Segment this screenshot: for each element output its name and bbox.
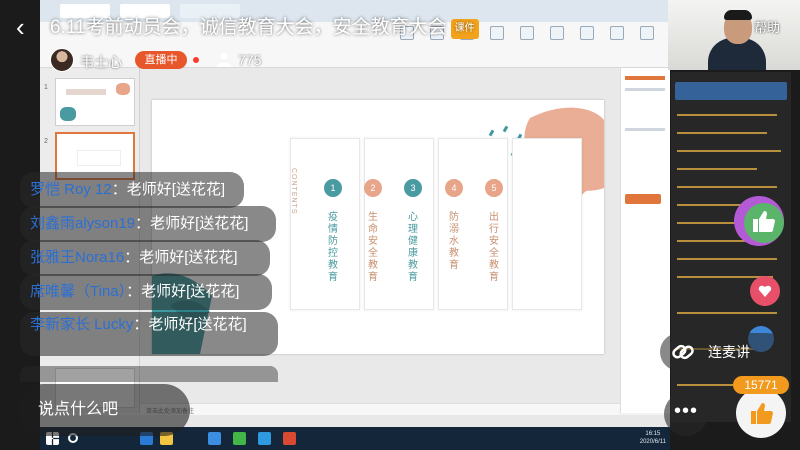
- contents-label: CONTENTS: [290, 168, 297, 215]
- ribbon-icon: [580, 26, 594, 40]
- chat-message: 刘鑫雨alyson19：老师好[送花花]: [20, 206, 276, 242]
- chat-message-partial: [20, 366, 278, 382]
- live-stream-screen: 1 2 CONTENTS 1 2 3 4 5 疫情防控教育 生命安全教育 心理健…: [0, 0, 800, 450]
- item-label-1: 疫情防控教育: [328, 212, 338, 283]
- item-label-5: 出行安全教育: [489, 212, 499, 283]
- item-label-4: 防溺水教育: [449, 212, 459, 271]
- heart-icon: [758, 285, 772, 297]
- chat-message: 罗恺 Roy 12：老师好[送花花]: [20, 172, 244, 208]
- back-arrow-icon[interactable]: ‹: [16, 14, 40, 40]
- item-number-2: 2: [364, 179, 382, 197]
- chat-text: 老师好[送花花]: [150, 215, 249, 232]
- thumb-number: 1: [44, 84, 48, 91]
- more-options-button[interactable]: •••: [664, 392, 708, 436]
- viewer-count: 775: [238, 52, 262, 68]
- chat-input[interactable]: 说点什么吧: [18, 384, 190, 436]
- chat-message: 张雅王Nora16：老师好[送花花]: [20, 240, 270, 276]
- chat-text: 老师好[送花花]: [141, 283, 240, 300]
- item-label-3: 心理健康教育: [408, 212, 418, 283]
- host-avatar[interactable]: [50, 48, 74, 72]
- thumbs-up-icon: [751, 403, 773, 424]
- chat-message: 席唯馨（Tina）：老师好[送花花]: [20, 274, 272, 310]
- powerpoint-icon[interactable]: [283, 432, 296, 445]
- live-dot-icon: [193, 57, 199, 63]
- notes-pane[interactable]: 单击此处添加备注: [140, 403, 620, 415]
- app-icon[interactable]: [208, 432, 221, 445]
- item-number-3: 3: [404, 179, 422, 197]
- item-number-5: 5: [485, 179, 503, 197]
- courseware-badge[interactable]: 课件: [450, 19, 479, 39]
- ribbon-icon: [640, 26, 654, 40]
- help-button[interactable]: 帮助: [754, 17, 780, 36]
- item-label-2: 生命安全教育: [368, 212, 378, 283]
- chat-user: 刘鑫雨alyson19: [30, 215, 136, 232]
- item-number-4: 4: [445, 179, 463, 197]
- thumbs-up-icon: [753, 211, 775, 232]
- chat-user: 席唯馨（Tina）: [30, 283, 127, 300]
- item-number-1: 1: [324, 179, 342, 197]
- like-count-badge: 15771: [733, 376, 789, 394]
- live-title: 6.11考前动员会，诚信教育大会，安全教育大会 课件: [50, 16, 530, 40]
- slide-thumbnail-1[interactable]: [55, 78, 135, 126]
- host-name: 韦士心: [80, 54, 122, 70]
- host-camera-view: [668, 0, 800, 70]
- content-card: [512, 138, 582, 310]
- taskbar-clock: 16:15 2020/6/11: [639, 431, 666, 445]
- thumb-number: 2: [44, 138, 48, 145]
- viewer-person-icon: [217, 52, 231, 67]
- wechat-icon[interactable]: [233, 432, 246, 445]
- link-icon: [672, 344, 694, 360]
- chat-text: 老师好[送花花]: [126, 181, 226, 198]
- chat-user: 罗恺 Roy 12: [30, 181, 112, 198]
- chat-user: 张雅王Nora16: [30, 249, 125, 266]
- chat-message: 李新家长 Lucky：老师好[送花花]: [20, 312, 278, 356]
- like-button[interactable]: [736, 388, 786, 438]
- chat-user: 李新家长 Lucky: [30, 316, 134, 333]
- app-icon[interactable]: [258, 432, 271, 445]
- chat-text: 老师好[送花花]: [148, 316, 247, 333]
- ribbon-icon: [610, 26, 624, 40]
- chat-text: 老师好[送花花]: [139, 249, 238, 266]
- live-status-badge: 直播中: [135, 51, 187, 69]
- ribbon-icon: [550, 26, 564, 40]
